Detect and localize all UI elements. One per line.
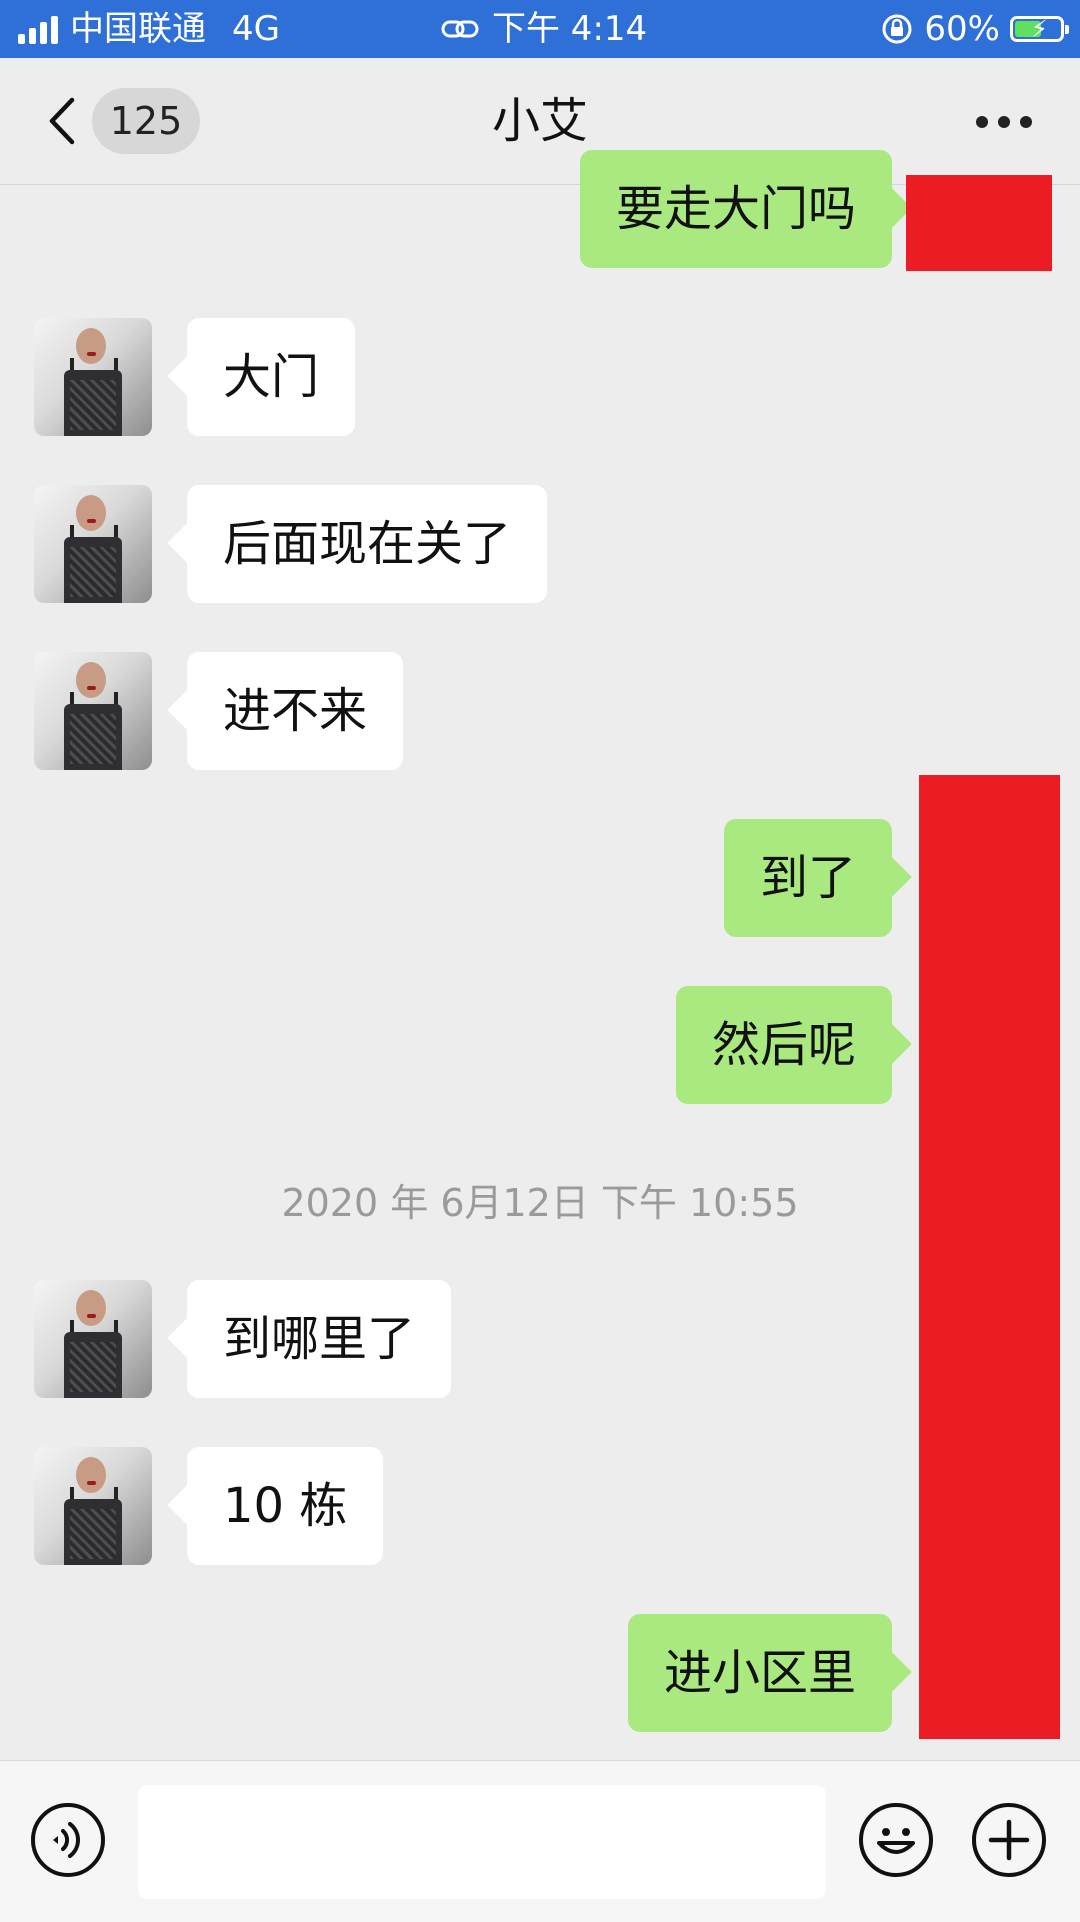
chat-header: 125 小艾 [0,58,1080,185]
chevron-left-icon[interactable] [40,96,90,146]
contact-avatar[interactable] [34,1280,152,1398]
plus-icon[interactable] [972,1803,1046,1877]
contact-avatar[interactable] [34,485,152,603]
message-bubble-sent[interactable]: 进小区里 [627,1614,892,1732]
message-bubble-received[interactable]: 后面现在关了 [187,485,548,603]
message-text: 大门 [223,349,320,405]
message-bubble-sent[interactable]: 然后呢 [675,986,892,1104]
message-text: 10 栋 [223,1478,348,1534]
message-bubble-received[interactable]: 10 栋 [187,1447,384,1565]
link-icon [441,20,479,38]
message-text: 到了 [759,850,856,906]
message-text: 要走大门吗 [615,181,856,237]
voice-icon[interactable] [31,1803,105,1877]
message-bubble-received[interactable]: 进不来 [187,652,404,770]
battery-icon: ⚡ [1010,15,1069,43]
clock: 下午 4:14 [492,9,648,49]
message-bubble-received[interactable]: 大门 [187,318,356,436]
more-dots-icon[interactable] [976,116,1032,128]
carrier-label: 中国联通 [70,9,206,49]
signal-icon [18,14,58,44]
contact-avatar[interactable] [34,318,152,436]
status-bar: 中国联通 4G 下午 4:14 60% ⚡ [0,0,1080,58]
redacted-avatar-column [919,775,1060,1739]
message-text: 后面现在关了 [223,516,512,572]
input-bar [0,1760,1080,1922]
message-bubble-sent[interactable]: 要走大门吗 [579,150,892,268]
contact-avatar[interactable] [34,1447,152,1565]
rotation-lock-icon [882,14,912,44]
message-bubble-sent[interactable]: 到了 [723,819,892,937]
message-text: 进不来 [223,683,368,739]
message-text: 进小区里 [663,1645,856,1701]
unread-count-badge[interactable]: 125 [92,88,200,154]
message-text: 然后呢 [711,1017,856,1073]
battery-percent: 60% [924,9,1000,49]
redacted-avatar [906,175,1052,271]
contact-avatar[interactable] [34,652,152,770]
message-bubble-received[interactable]: 到哪里了 [187,1280,452,1398]
message-input[interactable] [138,1785,826,1899]
chat-timestamp: 2020 年 6月12日 下午 10:55 [281,1181,799,1225]
emoji-icon[interactable] [859,1803,933,1877]
message-text: 到哪里了 [223,1311,416,1367]
network-label: 4G [232,9,280,49]
